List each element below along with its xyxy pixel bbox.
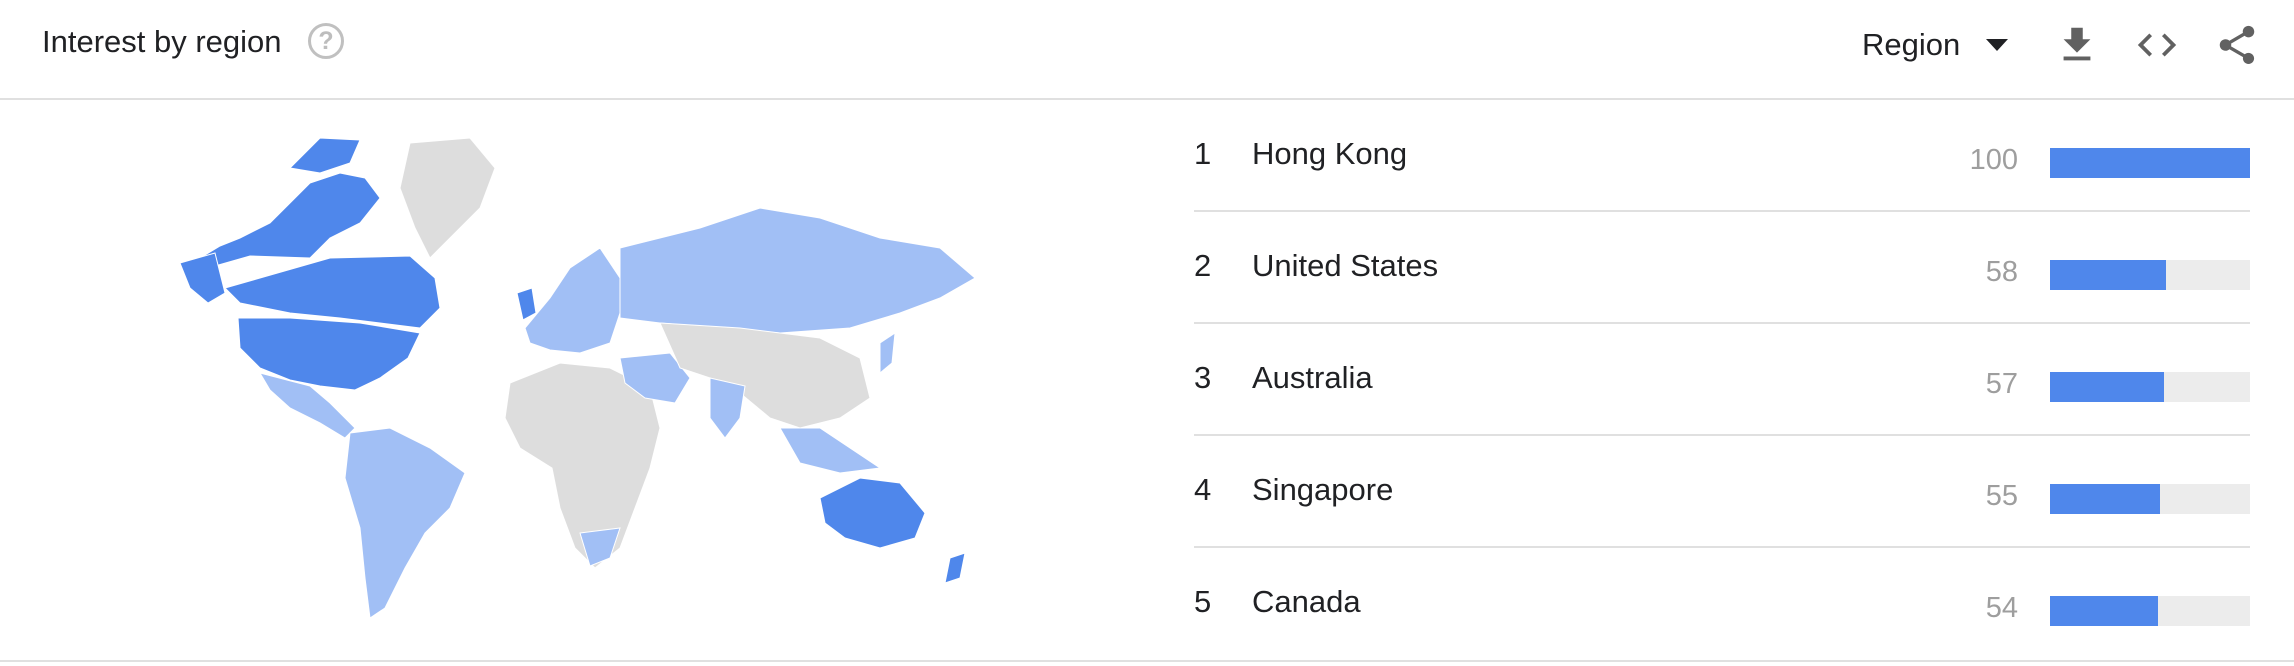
region-bar-track [2050, 596, 2250, 626]
widget-header: Interest by region ? Region [0, 0, 2294, 100]
map-region-greenland[interactable] [399, 137, 496, 259]
region-value: 100 [1969, 144, 2018, 176]
region-rank: 3 [1194, 360, 1212, 395]
map-region-south-africa[interactable] [579, 527, 621, 567]
region-rank: 2 [1194, 248, 1212, 283]
map-region-canada[interactable] [199, 137, 441, 329]
world-map[interactable] [179, 128, 980, 628]
region-name[interactable]: Canada [1252, 584, 1361, 620]
bottom-divider [0, 660, 2294, 662]
region-value: 57 [1985, 368, 2018, 400]
region-row[interactable]: 2 United States 58 [1194, 212, 2250, 324]
map-region-australia[interactable] [819, 477, 926, 549]
region-rank: 5 [1194, 584, 1212, 619]
region-row[interactable]: 1 Hong Kong 100 [1194, 100, 2250, 212]
region-row[interactable]: 5 Canada 54 [1194, 548, 2250, 660]
region-bar-fill [2050, 596, 2158, 626]
map-region-asia[interactable] [659, 322, 871, 429]
map-region-india[interactable] [709, 377, 746, 439]
region-row[interactable]: 4 Singapore 55 [1194, 436, 2250, 548]
region-name[interactable]: Australia [1252, 360, 1373, 396]
region-bar-fill [2050, 372, 2164, 402]
region-bar-track [2050, 372, 2250, 402]
region-value: 54 [1985, 592, 2018, 624]
region-name[interactable]: United States [1252, 248, 1438, 284]
region-name[interactable]: Singapore [1252, 472, 1393, 508]
map-region-japan[interactable] [879, 331, 896, 375]
widget-title: Interest by region [42, 24, 282, 59]
map-region-new-zealand[interactable] [944, 552, 966, 584]
map-region-south-america[interactable] [344, 427, 466, 619]
resolution-label: Region [1862, 27, 1961, 62]
region-rank: 1 [1194, 136, 1212, 171]
region-bar-fill [2050, 148, 2250, 178]
region-bar-fill [2050, 484, 2160, 514]
region-bar-track [2050, 260, 2250, 290]
map-region-europe[interactable] [524, 247, 621, 354]
share-icon[interactable] [2214, 22, 2260, 68]
map-region-southeast-asia[interactable] [779, 427, 882, 474]
region-value: 55 [1985, 480, 2018, 512]
map-region-uk[interactable] [516, 287, 537, 321]
region-list: 1 Hong Kong 100 2 United States 58 3 Australia 5… [1194, 100, 2250, 660]
region-bar-fill [2050, 260, 2166, 290]
region-bar-track [2050, 148, 2250, 178]
embed-icon[interactable] [2134, 22, 2180, 68]
region-bar-track [2050, 484, 2250, 514]
region-rank: 4 [1194, 472, 1212, 507]
map-region-russia[interactable] [619, 207, 976, 334]
resolution-dropdown[interactable]: Region [1862, 22, 2009, 68]
caret-down-icon [1986, 39, 2009, 51]
region-value: 58 [1985, 256, 2018, 288]
region-row[interactable]: 3 Australia 57 [1194, 324, 2250, 436]
help-icon[interactable]: ? [308, 23, 344, 59]
region-name[interactable]: Hong Kong [1252, 136, 1407, 172]
world-map-svg [179, 137, 976, 619]
download-icon[interactable] [2054, 22, 2100, 68]
